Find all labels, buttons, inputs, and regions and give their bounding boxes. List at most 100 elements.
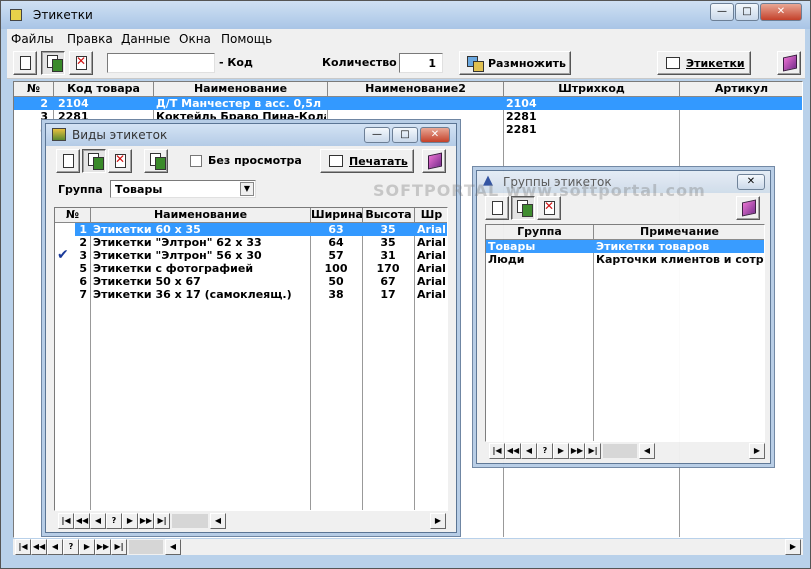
duplicate-button[interactable] — [144, 149, 168, 173]
quantity-input[interactable]: 1 — [399, 53, 443, 73]
cell-width: 57 — [328, 249, 344, 262]
nav-prev[interactable]: ◀ — [90, 513, 106, 529]
multiply-button[interactable]: Размножить — [459, 51, 571, 75]
nav-last[interactable]: ▶| — [585, 443, 601, 459]
nav-prev[interactable]: ◀ — [521, 443, 537, 459]
nav-prev-page[interactable]: ◀◀ — [74, 513, 90, 529]
scroll-left[interactable]: ◀ — [210, 513, 226, 529]
code-input[interactable] — [107, 53, 215, 73]
col-header-font[interactable]: Шр — [415, 208, 447, 223]
label-types-titlebar: Виды этикеток — □ ✕ — [46, 124, 456, 146]
copy-button[interactable] — [82, 149, 106, 173]
book-button[interactable] — [422, 149, 446, 173]
col-header-code[interactable]: Код товара — [54, 82, 154, 97]
col-header-no[interactable]: № — [14, 82, 54, 97]
delete-button[interactable] — [108, 149, 132, 173]
col-header-name2[interactable]: Наименование2 — [328, 82, 504, 97]
close-button[interactable]: ✕ — [420, 127, 450, 143]
list-item[interactable]: 5 Этикетки с фотографией 100 170 Arial — [75, 262, 447, 275]
nav-prev[interactable]: ◀ — [47, 539, 63, 555]
nav-search[interactable]: ? — [537, 443, 553, 459]
list-item[interactable]: 7 Этикетки 36 x 17 (самоклеящ.) 38 17 Ar… — [75, 288, 447, 301]
nav-next[interactable]: ▶ — [79, 539, 95, 555]
nav-first[interactable]: |◀ — [15, 539, 31, 555]
nav-first[interactable]: |◀ — [489, 443, 505, 459]
nav-search[interactable]: ? — [63, 539, 79, 555]
cell-code: 2281 — [58, 110, 89, 123]
new-button[interactable] — [56, 149, 80, 173]
scroll-thumb[interactable] — [172, 514, 208, 528]
scroll-right[interactable]: ▶ — [785, 539, 801, 555]
minimize-button[interactable]: — — [710, 3, 734, 21]
minimize-button[interactable]: — — [364, 127, 390, 143]
book-button[interactable] — [777, 51, 801, 75]
scroll-thumb[interactable] — [603, 444, 637, 458]
menu-file[interactable]: Файлы — [11, 32, 54, 46]
nav-next-page[interactable]: ▶▶ — [138, 513, 154, 529]
cell-name: Этикетки "Элтрон" 56 x 30 — [93, 249, 262, 262]
chevron-down-icon[interactable]: ▼ — [240, 182, 254, 196]
delete-button[interactable] — [69, 51, 93, 75]
delete-icon — [76, 54, 87, 70]
cell-height: 67 — [380, 275, 396, 288]
scroll-left[interactable]: ◀ — [165, 539, 181, 555]
col-header-height[interactable]: Высота — [363, 208, 415, 223]
close-button[interactable]: ✕ — [760, 3, 802, 21]
nav-next-page[interactable]: ▶▶ — [95, 539, 111, 555]
nav-last[interactable]: ▶| — [154, 513, 170, 529]
nav-next[interactable]: ▶ — [122, 513, 138, 529]
col-header-group[interactable]: Группа — [486, 225, 594, 240]
list-item[interactable]: 1 Этикетки 60 x 35 63 35 Arial — [75, 223, 447, 236]
col-header-note[interactable]: Примечание — [594, 225, 764, 240]
new-button[interactable] — [13, 51, 37, 75]
list-item[interactable]: 6 Этикетки 50 x 67 50 67 Arial — [75, 275, 447, 288]
menu-help[interactable]: Помощь — [221, 32, 272, 46]
copy-button[interactable] — [41, 51, 65, 75]
close-button[interactable]: ✕ — [737, 174, 765, 190]
group-select[interactable]: Товары ▼ — [110, 180, 256, 198]
no-preview-checkbox[interactable] — [190, 155, 202, 167]
book-button[interactable] — [736, 196, 760, 220]
menu-windows[interactable]: Окна — [179, 32, 211, 46]
list-item[interactable]: Товары Этикетки товаров — [486, 240, 764, 253]
col-header-name[interactable]: Наименование — [154, 82, 328, 97]
cell-font: Arial — [417, 288, 446, 301]
copy-icon — [88, 153, 104, 170]
scroll-right[interactable]: ▶ — [749, 443, 765, 459]
cell-font: Arial — [417, 249, 446, 262]
table-row[interactable]: 3 2281 Коктейль Браво Пина-Колада 2281 — [14, 110, 802, 123]
labels-label: Этикетки — [686, 57, 745, 70]
nav-next-page[interactable]: ▶▶ — [569, 443, 585, 459]
col-header-article[interactable]: Артикул — [680, 82, 802, 97]
nav-search[interactable]: ? — [106, 513, 122, 529]
cell-width: 38 — [328, 288, 344, 301]
col-header-name[interactable]: Наименование — [91, 208, 311, 223]
nav-last[interactable]: ▶| — [111, 539, 127, 555]
col-header-barcode[interactable]: Штрихкод — [504, 82, 680, 97]
scroll-left[interactable]: ◀ — [639, 443, 655, 459]
list-item[interactable]: 3 Этикетки "Элтрон" 56 x 30 57 31 Arial — [75, 249, 447, 262]
window-title: Этикетки — [33, 8, 93, 22]
menu-data[interactable]: Данные — [121, 32, 170, 46]
nav-prev-page[interactable]: ◀◀ — [505, 443, 521, 459]
nav-first[interactable]: |◀ — [58, 513, 74, 529]
list-item[interactable]: Люди Карточки клиентов и сотруд — [486, 253, 764, 266]
maximize-button[interactable]: □ — [392, 127, 418, 143]
label-types-navigator: |◀ ◀◀ ◀ ? ▶ ▶▶ ▶| ◀ ▶ — [56, 513, 448, 529]
col-header-no[interactable]: № — [55, 208, 91, 223]
cell-note: Этикетки товаров — [596, 240, 710, 253]
labels-button[interactable]: Этикетки — [657, 51, 751, 75]
book-icon — [783, 54, 797, 72]
print-button[interactable]: Печатать — [320, 149, 414, 173]
table-row[interactable]: 2 2104 Д/Т Манчестер в асс. 0,5л 2104 — [14, 97, 802, 110]
scroll-thumb[interactable] — [129, 540, 163, 554]
menu-edit[interactable]: Правка — [67, 32, 113, 46]
scroll-right[interactable]: ▶ — [430, 513, 446, 529]
label-groups-window: ▲ Группы этикеток ✕ Группа Примечание То… — [476, 170, 771, 464]
cell-height: 35 — [380, 236, 396, 249]
list-item[interactable]: 2 Этикетки "Элтрон" 62 x 33 64 35 Arial — [75, 236, 447, 249]
col-header-width[interactable]: Ширина — [311, 208, 363, 223]
maximize-button[interactable]: □ — [735, 3, 759, 21]
nav-next[interactable]: ▶ — [553, 443, 569, 459]
nav-prev-page[interactable]: ◀◀ — [31, 539, 47, 555]
